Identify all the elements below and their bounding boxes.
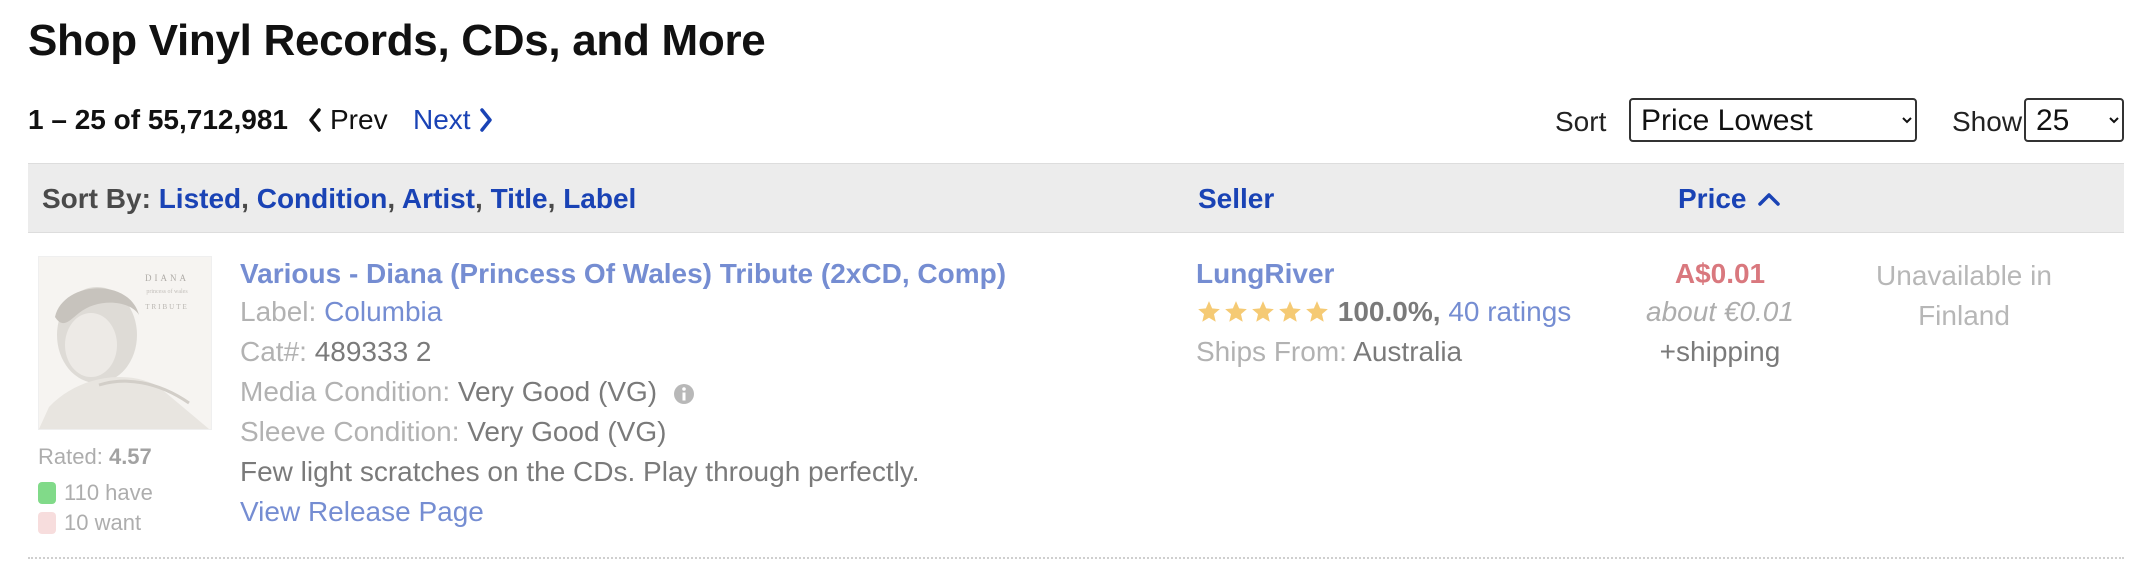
seller-ratings-link[interactable]: 40 ratings	[1448, 296, 1571, 327]
sort-condition-link[interactable]: Condition	[257, 183, 388, 214]
sort-by-fields: Sort By: Listed, Condition, Artist, Titl…	[42, 183, 637, 214]
sort-seller-link[interactable]: Seller	[1198, 183, 1274, 215]
shipping-note: +shipping	[1659, 336, 1781, 367]
seller-comment: Few light scratches on the CDs. Play thr…	[240, 456, 920, 487]
pagination-bar: 1 – 25 of 55,712,981 Prev Next Sort Pric…	[28, 98, 2124, 142]
seller-info: LungRiver 100.0%, 40 ratings Ships From:…	[1196, 256, 1616, 372]
ships-from-key: Ships From:	[1196, 336, 1347, 367]
chevron-up-icon	[1757, 193, 1780, 206]
have-count: 110 have	[38, 480, 153, 506]
cat-key: Cat#:	[240, 336, 307, 367]
next-label: Next	[413, 104, 471, 135]
star-icon	[1252, 301, 1274, 322]
chevron-right-icon	[479, 108, 492, 132]
sort-artist-link[interactable]: Artist	[402, 183, 475, 214]
next-button[interactable]: Next	[413, 104, 493, 136]
star-icon	[1225, 301, 1247, 322]
item-price: A$0.01	[1674, 258, 1766, 289]
seller-star-rating	[1196, 299, 1330, 325]
want-swatch-icon	[38, 512, 56, 534]
have-label: 110 have	[64, 480, 153, 505]
sort-select[interactable]: Price Lowest	[1629, 98, 1917, 142]
sort-by-label: Sort By:	[42, 183, 151, 214]
media-condition-line: Media Condition: Very Good (VG)	[240, 372, 1200, 412]
converted-price: about €0.01	[1646, 296, 1794, 327]
item-description: Various - Diana (Princess Of Wales) Trib…	[240, 256, 1200, 532]
prev-label: Prev	[330, 104, 388, 135]
row-divider	[28, 557, 2124, 559]
seller-rating-line: 100.0%, 40 ratings	[1196, 292, 1616, 332]
prev-button[interactable]: Prev	[308, 104, 388, 136]
rated-label: Rated:	[38, 444, 103, 469]
availability-status: Unavailable in Finland	[1876, 260, 2052, 331]
svg-text:TRIBUTE: TRIBUTE	[145, 303, 189, 311]
star-icon	[1279, 301, 1301, 322]
marketplace-page: Shop Vinyl Records, CDs, and More 1 – 25…	[0, 0, 2152, 562]
item-title-link[interactable]: Various - Diana (Princess Of Wales) Trib…	[240, 256, 1200, 292]
result-range: 1 – 25 of 55,712,981	[28, 104, 288, 135]
have-swatch-icon	[38, 482, 56, 504]
label-key: Label:	[240, 296, 317, 327]
star-icon	[1306, 301, 1328, 322]
media-condition-value: Very Good (VG)	[457, 376, 658, 407]
album-cover-image: DIANA princess of wales TRIBUTE	[39, 257, 211, 429]
media-condition-key: Media Condition:	[240, 376, 451, 407]
sleeve-condition-key: Sleeve Condition:	[240, 416, 460, 447]
price-header-label: Price	[1678, 183, 1747, 214]
catalog-line: Cat#: 489333 2	[240, 332, 1200, 372]
sort-by-bar: Sort By: Listed, Condition, Artist, Titl…	[28, 163, 2124, 233]
sort-price-link[interactable]: Price	[1678, 183, 1781, 215]
sort-listed-link[interactable]: Listed	[159, 183, 241, 214]
community-rating: Rated: 4.57	[38, 444, 152, 470]
listing-row: DIANA princess of wales TRIBUTE Rated: 4…	[28, 248, 2124, 558]
show-count-select[interactable]: 25	[2024, 98, 2124, 142]
chevron-left-icon	[309, 108, 321, 132]
sort-label-link[interactable]: Label	[563, 183, 636, 214]
cat-value: 489333 2	[314, 336, 432, 367]
info-icon[interactable]	[673, 383, 695, 405]
price-info: A$0.01 about €0.01 +shipping	[1620, 256, 1820, 372]
seller-rating-percent: 100.0%,	[1337, 296, 1441, 327]
show-label: Show	[1952, 106, 2023, 137]
view-release-link[interactable]: View Release Page	[240, 496, 484, 527]
rated-value: 4.57	[108, 444, 152, 469]
page-title: Shop Vinyl Records, CDs, and More	[28, 16, 766, 65]
ships-from-value: Australia	[1353, 336, 1463, 367]
sort-label: Sort	[1555, 106, 1607, 137]
svg-text:princess of wales: princess of wales	[146, 288, 188, 295]
label-line: Label: Columbia	[240, 292, 1200, 332]
want-count: 10 want	[38, 510, 141, 536]
sleeve-condition-value: Very Good (VG)	[467, 416, 667, 447]
star-icon	[1198, 301, 1220, 322]
want-label: 10 want	[64, 510, 142, 535]
seller-name-link[interactable]: LungRiver	[1196, 256, 1616, 292]
ships-from-line: Ships From: Australia	[1196, 332, 1616, 372]
view-release-line: View Release Page	[240, 492, 1200, 532]
sort-title-link[interactable]: Title	[491, 183, 548, 214]
release-thumbnail[interactable]: DIANA princess of wales TRIBUTE	[38, 256, 212, 430]
sleeve-condition-line: Sleeve Condition: Very Good (VG)	[240, 412, 1200, 452]
label-value-link[interactable]: Columbia	[324, 296, 442, 327]
svg-text:DIANA: DIANA	[145, 273, 189, 283]
